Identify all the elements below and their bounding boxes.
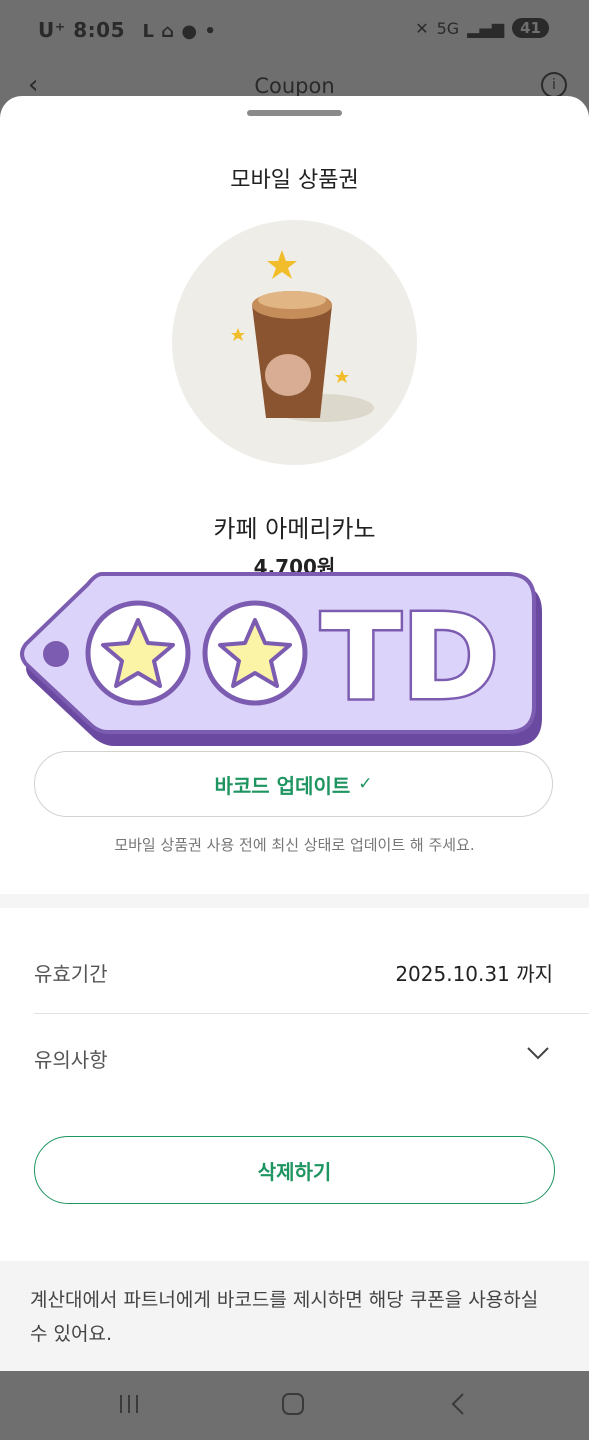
chevron-down-icon[interactable]	[525, 1040, 551, 1066]
notification-icons: L ⌂ ● •	[142, 21, 217, 42]
barcode-update-button[interactable]: 바코드 업데이트 ✓	[34, 751, 553, 817]
status-time: U⁺ 8:05 L ⌂ ● •	[38, 18, 216, 42]
page-title: Coupon	[254, 74, 335, 98]
footer-note: 계산대에서 파트너에게 바코드를 제시하면 해당 쿠폰을 사용하실 수 있어요.	[0, 1261, 589, 1371]
notice-label: 유의사항	[34, 1048, 108, 1072]
signal-icon: ▂▄▆	[467, 18, 505, 38]
validity-row: 유효기간 2025.10.31 까지	[34, 958, 553, 987]
validity-label: 유효기간	[34, 962, 108, 986]
star-circle-2	[202, 600, 308, 706]
notice-row[interactable]: 유의사항	[34, 1044, 553, 1073]
back-nav-icon[interactable]	[446, 1391, 472, 1417]
info-icon[interactable]: i	[541, 72, 567, 98]
check-icon: ✓	[358, 774, 373, 794]
status-bar: U⁺ 8:05 L ⌂ ● • ✕ 5G ▂▄▆ 41	[0, 0, 589, 62]
product-name: 카페 아메리카노	[213, 515, 376, 543]
delete-button[interactable]: 삭제하기	[34, 1136, 555, 1204]
network-icon: 5G	[436, 18, 460, 38]
home-icon[interactable]	[280, 1391, 306, 1417]
status-icons: ✕ 5G ▂▄▆ 41	[415, 18, 549, 38]
footer-note-text: 계산대에서 파트너에게 바코드를 제시하면 해당 쿠폰을 사용하실 수 있어요.	[30, 1289, 539, 1345]
row-divider	[34, 1013, 589, 1014]
barcode-update-label: 바코드 업데이트	[214, 773, 351, 798]
carrier-time: U⁺ 8:05	[38, 18, 126, 42]
barcode-note: 모바일 상품권 사용 전에 최신 상태로 업데이트 해 주세요.	[114, 836, 475, 854]
navigation-bar	[0, 1371, 589, 1440]
product-image	[172, 220, 417, 465]
battery-icon: 41	[512, 18, 549, 38]
sticker-text: TD	[321, 588, 499, 726]
section-divider	[0, 894, 589, 908]
validity-value: 2025.10.31 까지	[395, 962, 553, 986]
sheet-handle[interactable]	[247, 110, 342, 116]
sheet-title: 모바일 상품권	[230, 168, 359, 193]
americano-illustration	[231, 250, 374, 422]
star-circle-1	[85, 600, 191, 706]
sticker-hole	[43, 641, 69, 667]
coupon-sheet: 모바일 상품권 카페 아메리카노 4,700원 TD 바코드 업데이트 ✓ 모바…	[0, 96, 589, 1371]
ootd-sticker: TD	[18, 570, 548, 754]
recents-icon[interactable]	[116, 1391, 142, 1417]
mute-icon: ✕	[415, 18, 429, 38]
